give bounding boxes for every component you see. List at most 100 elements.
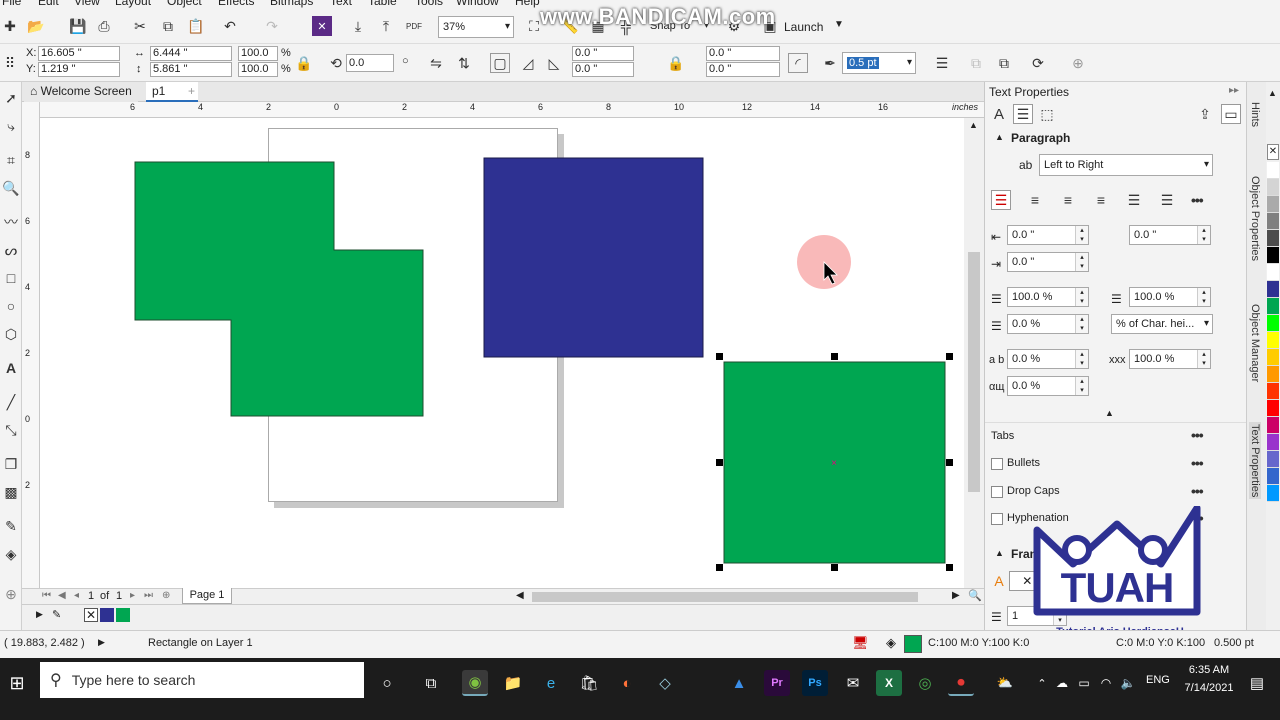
character-icon[interactable]: A [989,104,1009,124]
photos-icon[interactable]: ▲ [726,670,752,696]
launch-label[interactable]: Launch [784,20,823,34]
object-origin-icon[interactable]: ⠿ [0,53,20,73]
round-corner-icon[interactable]: ▢ [490,53,510,73]
connector-tool-icon[interactable]: ⤡ [1,420,21,440]
align-right-icon[interactable]: ≡ [1091,190,1111,210]
outline-width-select[interactable]: 0.5 pt [842,52,916,74]
docker-expand-icon[interactable]: ▸▸ [1229,85,1239,96]
docker-view-icon[interactable]: ▭ [1221,104,1241,124]
freehand-tool-icon[interactable]: 〰 [1,212,21,232]
new-document-icon[interactable]: ✚ [0,16,20,36]
menu-layout[interactable]: Layout [115,0,151,8]
no-color-swatch[interactable]: ✕ [84,608,98,622]
notifications-icon[interactable]: ▤ [1244,670,1270,696]
vertical-scrollbar[interactable]: ▲ [964,118,984,588]
cut-icon[interactable]: ✂ [130,16,150,36]
scale-y-field[interactable]: 100.0 [238,62,278,77]
app-icon[interactable]: ◇ [652,670,678,696]
palette-swatch[interactable] [1267,213,1279,230]
eyedropper-icon[interactable]: ✎ [1,516,21,536]
hyphenation-checkbox[interactable] [991,513,1003,525]
menu-effects[interactable]: Effects [218,0,254,8]
more-align-icon[interactable]: ••• [1191,192,1204,208]
add-page-icon[interactable]: ⊕ [162,590,170,601]
add-tab-icon[interactable]: + [182,82,201,102]
menu-help[interactable]: Help [515,0,540,8]
selection-handle[interactable] [716,353,723,360]
text-properties-tab[interactable]: Text Properties [1249,422,1261,500]
corner-radius-4[interactable]: 0.0 " [706,62,780,77]
clock-time[interactable]: 6:35 AM [1184,664,1234,676]
tab-welcome-screen[interactable]: ⌂ Welcome Screen [24,82,138,102]
spacing-unit-select[interactable]: % of Char. hei... [1111,314,1213,334]
premiere-icon[interactable]: Pr [764,670,790,696]
menu-object[interactable]: Object [167,0,202,8]
bandicam-icon[interactable]: ⏺ [948,670,974,696]
selection-handle[interactable] [831,564,838,571]
palette-swatch[interactable] [1267,298,1279,315]
print-icon[interactable]: ⎙ [94,16,114,36]
before-paragraph-field[interactable]: 100.0 % [1007,287,1089,307]
export-icon[interactable]: ⤒ [376,16,396,36]
eyedropper-small-icon[interactable]: ✎ [52,608,61,621]
page-tab[interactable]: Page 1 [182,588,232,604]
palette-swatch[interactable] [1267,468,1279,485]
windows-start-icon[interactable]: ⊞ [4,670,30,696]
paragraph-icon[interactable]: ☰ [1013,104,1033,124]
bullets-more-icon[interactable]: ••• [1191,455,1204,471]
launch-chevron-icon[interactable]: ▼ [834,19,844,30]
to-front-icon[interactable]: ⧉ [966,53,986,73]
green-swatch[interactable] [116,608,130,622]
add-icon[interactable]: ⊕ [1068,53,1088,73]
palette-swatch[interactable] [1267,434,1279,451]
text-wrap-icon[interactable]: ☰ [932,53,952,73]
scroll-left-icon[interactable]: ◀ [516,590,524,601]
palette-swatch[interactable] [1267,196,1279,213]
drop-caps-checkbox[interactable] [991,486,1003,498]
save-icon[interactable]: 💾 [68,16,88,36]
palette-swatch[interactable] [1267,332,1279,349]
tray-up-icon[interactable]: ⌃ [1034,670,1050,696]
selection-handle[interactable] [831,353,838,360]
next-page-icon[interactable]: ▸ [130,590,135,601]
scalloped-corner-icon[interactable]: ◿ [518,53,538,73]
width-field[interactable]: 6.444 " [150,46,232,61]
scroll-up-icon[interactable]: ▲ [969,120,978,130]
corner-radius-2[interactable]: 0.0 " [572,62,634,77]
palette-arrow-icon[interactable]: ▶ [36,609,43,620]
pick-tool-icon[interactable]: ➚ [1,88,21,108]
text-direction-select[interactable]: Left to Right [1039,154,1213,176]
paste-icon[interactable]: 📋 [186,16,206,36]
mirror-vertical-icon[interactable]: ⇅ [454,53,474,73]
color-proof-icon[interactable]: 🖥 [852,635,869,651]
menu-text[interactable]: Text [330,0,352,8]
palette-swatch[interactable] [1267,281,1279,298]
battery-icon[interactable]: ▭ [1076,670,1092,696]
last-page-icon[interactable]: ⏭ [144,590,153,601]
horizontal-scroll-thumb[interactable] [532,592,918,602]
menu-table[interactable]: Table [368,0,397,8]
relative-corner-icon[interactable]: ◜ [788,53,808,73]
wifi-icon[interactable]: ◠ [1098,670,1114,696]
align-center-icon[interactable]: ≡ [1058,190,1078,210]
y-position-field[interactable]: 1.219 " [38,62,120,77]
corner-radius-1[interactable]: 0.0 " [572,46,634,61]
clock-date[interactable]: 7/14/2021 [1180,682,1238,694]
edge-icon[interactable]: e [538,670,564,696]
selection-handle[interactable] [716,459,723,466]
palette-swatch[interactable] [1267,485,1279,502]
selection-handle[interactable] [946,459,953,466]
chrome-icon[interactable]: ◎ [912,670,938,696]
palette-swatch[interactable] [1267,383,1279,400]
char-spacing-field[interactable]: 0.0 % [1007,349,1089,369]
open-folder-icon[interactable]: 📂 [26,16,46,36]
navy-swatch[interactable] [100,608,114,622]
task-view-icon[interactable]: ⧉ [418,670,444,696]
align-left-icon[interactable]: ≡ [1025,190,1045,210]
navy-rectangle[interactable] [483,157,704,358]
menu-tools[interactable]: Tools [415,0,443,8]
lock-ratio-icon[interactable]: 🔒 [294,53,314,73]
selection-handle[interactable] [946,353,953,360]
x-position-field[interactable]: 16.605 " [38,46,120,61]
text-tool-icon[interactable]: A [1,358,21,378]
